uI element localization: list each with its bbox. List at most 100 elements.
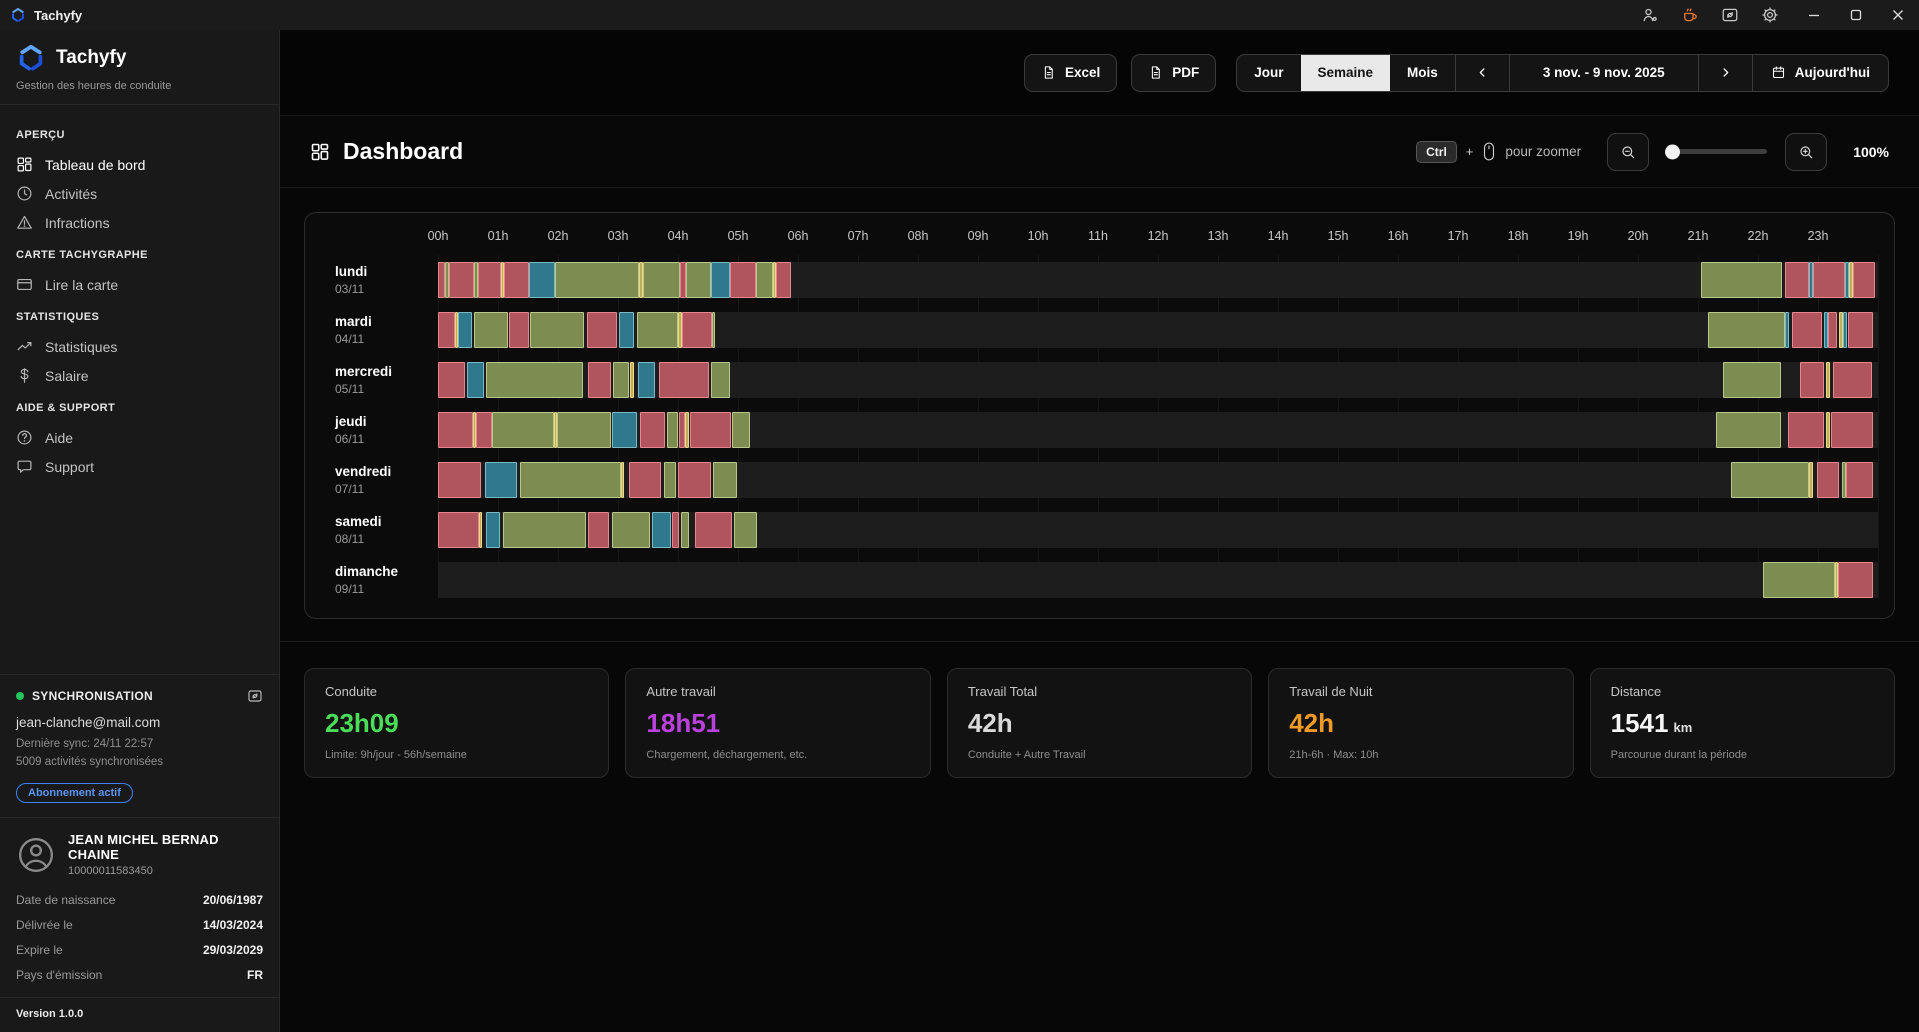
activity-segment-autre-travail[interactable] [686, 262, 711, 298]
activity-segment-conduite[interactable] [682, 312, 711, 348]
close-icon[interactable] [1877, 0, 1919, 30]
activity-segment-autre-travail[interactable] [555, 262, 639, 298]
activity-segment-pause[interactable] [1809, 462, 1813, 498]
zoom-out-button[interactable] [1607, 133, 1649, 171]
activity-segment-conduite[interactable] [1792, 312, 1823, 348]
activity-segment-conduite[interactable] [680, 262, 687, 298]
activity-segment-disponibilite[interactable] [652, 512, 671, 548]
activity-segment-conduite[interactable] [730, 262, 756, 298]
sidebar-item-infractions[interactable]: Infractions [16, 208, 263, 237]
activity-segment-conduite[interactable] [1785, 262, 1809, 298]
activity-segment-conduite[interactable] [588, 512, 609, 548]
today-button[interactable]: Aujourd'hui [1753, 55, 1888, 91]
activity-segment-autre-travail[interactable] [712, 312, 716, 348]
sidebar-item-aide[interactable]: Aide [16, 423, 263, 452]
minimize-button[interactable] [1793, 0, 1835, 30]
activity-segment-disponibilite[interactable] [619, 312, 634, 348]
activity-segment-autre-travail[interactable] [643, 262, 680, 298]
zoom-slider[interactable] [1667, 149, 1767, 154]
activity-segment-conduite[interactable] [438, 262, 445, 298]
activity-segment-conduite[interactable] [1800, 362, 1824, 398]
activity-segment-conduite[interactable] [629, 462, 661, 498]
activity-segment-conduite[interactable] [1846, 462, 1873, 498]
activity-segment-disponibilite[interactable] [1843, 312, 1847, 348]
export-excel-button[interactable]: Excel [1024, 54, 1117, 92]
activity-segment-autre-travail[interactable] [734, 512, 757, 548]
view-week-tab[interactable]: Semaine [1301, 55, 1391, 91]
activity-segment-disponibilite[interactable] [486, 512, 500, 548]
sidebar-item-tableau-de-bord[interactable]: Tableau de bord [16, 150, 263, 179]
sidebar-item-salaire[interactable]: Salaire [16, 361, 263, 390]
export-pdf-button[interactable]: PDF [1131, 54, 1216, 92]
activity-segment-pause[interactable] [479, 512, 483, 548]
activity-segment-conduite[interactable] [478, 262, 501, 298]
activity-segment-autre-travail[interactable] [557, 412, 611, 448]
activity-segment-conduite[interactable] [672, 512, 679, 548]
activity-segment-pause[interactable] [621, 462, 624, 498]
activity-segment-conduite[interactable] [695, 512, 732, 548]
sidebar-item-activites[interactable]: Activités [16, 179, 263, 208]
activity-segment-conduite[interactable] [438, 312, 455, 348]
activity-segment-conduite[interactable] [438, 362, 465, 398]
activity-segment-disponibilite[interactable] [458, 312, 472, 348]
activity-segment-conduite[interactable] [690, 412, 731, 448]
sidebar-item-lire-la-carte[interactable]: Lire la carte [16, 270, 263, 299]
activity-segment-conduite[interactable] [1838, 562, 1873, 598]
activity-segment-pause[interactable] [1826, 362, 1830, 398]
activity-segment-pause[interactable] [678, 312, 682, 348]
activity-segment-disponibilite[interactable] [467, 362, 484, 398]
activity-segment-conduite[interactable] [476, 412, 492, 448]
activity-segment-autre-travail[interactable] [1701, 262, 1782, 298]
view-day-tab[interactable]: Jour [1237, 55, 1300, 91]
sidebar-item-statistiques[interactable]: Statistiques [16, 332, 263, 361]
activity-segment-disponibilite[interactable] [612, 412, 637, 448]
activity-segment-autre-travail[interactable] [756, 262, 773, 298]
maximize-button[interactable] [1835, 0, 1877, 30]
activity-segment-autre-travail[interactable] [492, 412, 554, 448]
sidebar-item-support[interactable]: Support [16, 452, 263, 481]
activity-segment-autre-travail[interactable] [1763, 562, 1835, 598]
activity-segment-conduite[interactable] [659, 362, 709, 398]
sync-refresh-icon[interactable] [247, 688, 263, 704]
activity-segment-conduite[interactable] [438, 462, 481, 498]
card-sync-icon[interactable] [1721, 6, 1739, 24]
zoom-slider-thumb[interactable] [1665, 144, 1680, 159]
activity-segment-autre-travail[interactable] [520, 462, 621, 498]
activity-segment-autre-travail[interactable] [1716, 412, 1781, 448]
activity-segment-autre-travail[interactable] [637, 312, 678, 348]
activity-segment-autre-travail[interactable] [713, 462, 737, 498]
activity-segment-conduite[interactable] [438, 412, 473, 448]
next-period-button[interactable] [1699, 55, 1752, 91]
activity-segment-autre-travail[interactable] [711, 362, 730, 398]
activity-segment-conduite[interactable] [1831, 412, 1873, 448]
zoom-in-button[interactable] [1785, 133, 1827, 171]
activity-segment-conduite[interactable] [509, 312, 528, 348]
activity-segment-pause[interactable] [630, 362, 634, 398]
activity-segment-conduite[interactable] [1833, 362, 1872, 398]
activity-segment-autre-travail[interactable] [612, 512, 650, 548]
activity-segment-conduite[interactable] [1853, 262, 1875, 298]
view-month-tab[interactable]: Mois [1390, 55, 1455, 91]
activity-segment-autre-travail[interactable] [613, 362, 629, 398]
activity-segment-conduite[interactable] [678, 462, 711, 498]
activity-segment-disponibilite[interactable] [711, 262, 730, 298]
activity-segment-conduite[interactable] [588, 362, 611, 398]
activity-segment-conduite[interactable] [776, 262, 791, 298]
activity-segment-pause[interactable] [685, 412, 689, 448]
activity-segment-conduite[interactable] [1828, 312, 1838, 348]
accounts-icon[interactable] [1641, 6, 1659, 24]
activity-segment-autre-travail[interactable] [474, 312, 508, 348]
previous-period-button[interactable] [1456, 55, 1509, 91]
activity-segment-disponibilite[interactable] [638, 362, 655, 398]
activity-segment-autre-travail[interactable] [1731, 462, 1809, 498]
coffee-icon[interactable] [1681, 6, 1699, 24]
activity-segment-autre-travail[interactable] [667, 412, 678, 448]
activity-segment-conduite[interactable] [1788, 412, 1824, 448]
activity-segment-conduite[interactable] [504, 262, 529, 298]
activity-segment-autre-travail[interactable] [681, 512, 689, 548]
activity-segment-conduite[interactable] [1813, 262, 1845, 298]
activity-segment-autre-travail[interactable] [1708, 312, 1785, 348]
gear-icon[interactable] [1761, 6, 1779, 24]
activity-segment-autre-travail[interactable] [1723, 362, 1781, 398]
activity-segment-conduite[interactable] [640, 412, 666, 448]
